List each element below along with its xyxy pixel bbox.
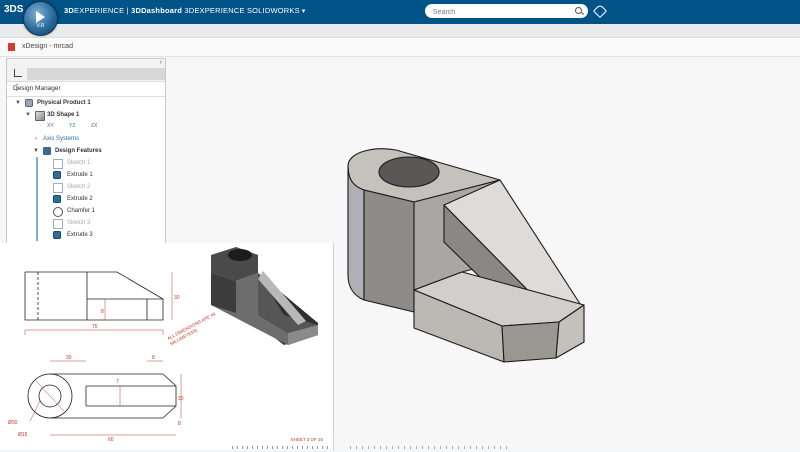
product-icon	[25, 99, 33, 107]
expand-arrow-icon[interactable]: ▼	[15, 100, 21, 106]
plane-xy[interactable]: XY	[47, 123, 54, 129]
search-input[interactable]	[431, 5, 575, 19]
chamfer-icon	[53, 207, 63, 217]
3d-model[interactable]	[334, 130, 634, 370]
tree-item-label: Chamfer 1	[67, 208, 96, 214]
expand-arrow-icon[interactable]: ▼	[33, 148, 39, 154]
tree-item-label: Extrude 2	[67, 196, 93, 202]
shape-icon	[35, 111, 45, 121]
dim-dia-outer: Ø30	[8, 420, 18, 426]
action-bar	[0, 24, 800, 38]
tree-item-label: Extrude 1	[67, 172, 93, 178]
title-main: EXPERIENCE |	[74, 6, 132, 15]
tree-item-label: Physical Product 1	[37, 100, 91, 106]
panel-header: Design Manager ⋮	[7, 82, 165, 97]
app-title[interactable]: 3DEXPERIENCE | 3DDashboard 3DEXPERIENCE …	[64, 6, 306, 15]
drawing-svg: 75 30 8 30 8 60 20 7 8 Ø30 Ø15	[8, 271, 184, 443]
dim-small: 7	[116, 379, 119, 385]
compass-version: V.R	[36, 23, 45, 29]
title-prefix: 3D	[64, 6, 74, 15]
scale-ruler	[232, 446, 332, 449]
app-name: 3DEXPERIENCE SOLIDWORKS	[182, 6, 300, 15]
features-icon	[43, 147, 51, 155]
model-svg	[347, 148, 585, 363]
dim-plan-h2: 8	[178, 421, 181, 427]
tree-item-label: 3D Shape 1	[47, 112, 80, 118]
tree-item-label: Design Features	[55, 148, 102, 154]
tree-item-label: Sketch 1	[67, 160, 91, 166]
play-icon	[36, 11, 45, 23]
sketch-icon	[53, 159, 63, 169]
search-box[interactable]	[425, 4, 588, 19]
plane-yz[interactable]: YZ	[69, 123, 75, 129]
sketch-icon	[53, 183, 63, 193]
engineering-drawing: 75 30 8 30 8 60 20 7 8 Ø30 Ø15	[0, 243, 188, 450]
extrude-icon	[53, 231, 61, 239]
tree-guide-line	[36, 157, 38, 241]
isometric-svg	[211, 247, 318, 345]
tag-icon[interactable]	[592, 3, 608, 19]
document-title: xDesign - mrcad	[22, 43, 73, 50]
dashboard-label: 3DDashboard	[131, 6, 183, 15]
expand-arrow-icon[interactable]: ›	[35, 136, 37, 142]
chevron-down-icon[interactable]: ▾	[302, 8, 306, 15]
scale-ruler-2	[350, 446, 510, 449]
panel-tab[interactable]	[27, 68, 165, 80]
panel-toolbar: ‹	[7, 59, 165, 82]
tree-icon[interactable]	[14, 69, 22, 77]
top-bar: 3DS 3DEXPERIENCE | 3DDashboard 3DEXPERIE…	[0, 0, 800, 24]
dim-plan-h1: 20	[178, 396, 184, 402]
dim-plan-left: 30	[66, 355, 72, 361]
dim-top-width: 75	[92, 324, 98, 330]
sketch-icon	[53, 219, 63, 229]
tree-item-label: Sketch 2	[67, 184, 91, 190]
plane-zx[interactable]: ZX	[91, 123, 97, 129]
search-icon[interactable]	[575, 7, 582, 14]
dim-height: 30	[174, 295, 180, 301]
tree-item-label: Extrude 3	[67, 232, 93, 238]
3ds-logo-icon[interactable]: 3DS	[4, 4, 23, 18]
design-manager-panel: ‹ Design Manager ⋮ ▼ Physical Product 1 …	[6, 58, 166, 244]
dim-dia-inner: Ø15	[18, 432, 28, 438]
sheet-number: SHEET 3 OF 25	[290, 437, 323, 442]
dim-plan-right: 8	[152, 355, 155, 361]
document-bar: xDesign - mrcad	[0, 38, 800, 57]
xdesign-icon	[8, 43, 15, 51]
tree-item-label: Axis Systems	[43, 136, 80, 142]
more-menu-icon[interactable]: ⋮	[13, 83, 159, 92]
dim-plan-total: 60	[108, 437, 114, 443]
dim-mid: 8	[101, 309, 104, 315]
collapse-icon[interactable]: ‹	[160, 59, 162, 66]
expand-arrow-icon[interactable]: ▼	[25, 112, 31, 118]
compass-button[interactable]: V.R	[23, 1, 58, 36]
extrude-icon	[53, 171, 61, 179]
isometric-preview[interactable]: ALL DIMENSIONS ARE IN MILLIMETERS SHEET …	[166, 243, 334, 450]
tree-item-label: Sketch 3	[67, 220, 91, 226]
extrude-icon	[53, 195, 61, 203]
